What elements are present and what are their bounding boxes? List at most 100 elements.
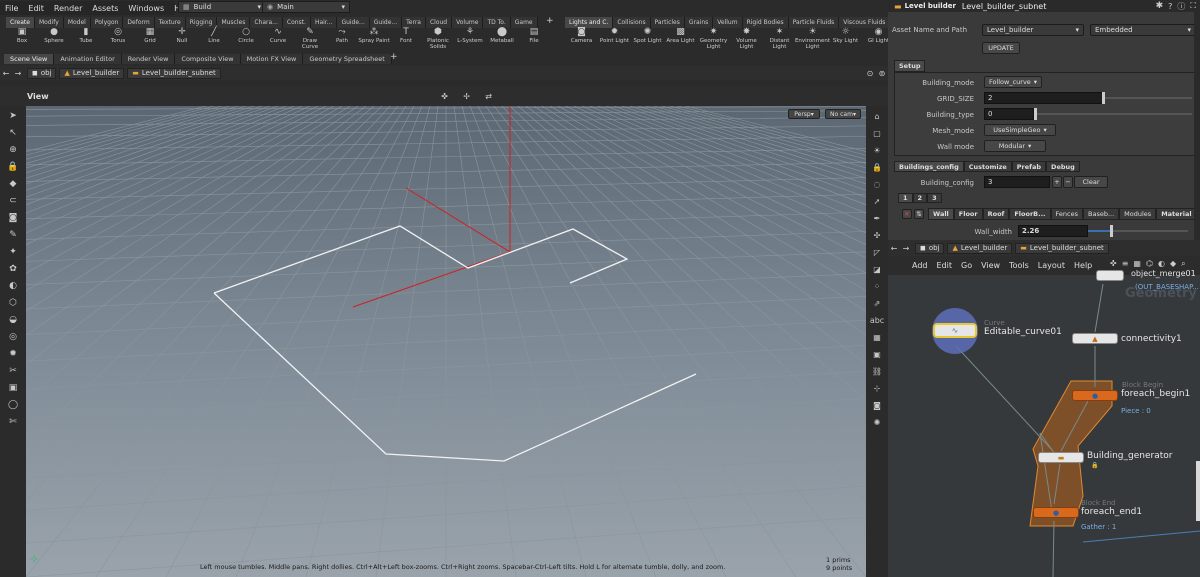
multiparm-tab-0[interactable]: 1: [898, 193, 913, 203]
paint-icon[interactable]: ✿: [6, 262, 20, 276]
view-icon[interactable]: ⊕: [6, 143, 20, 157]
net-crumb-level1[interactable]: ▲ Level_builder: [947, 242, 1013, 254]
crumb-level2[interactable]: ▬ Level_builder_subnet: [127, 67, 221, 79]
magnet-icon[interactable]: ⊂: [6, 194, 20, 208]
camera-icon[interactable]: ◙: [870, 398, 884, 412]
asset-dropdown[interactable]: Level_builder ▾: [982, 24, 1084, 36]
shelf-tool-font[interactable]: T Font: [390, 28, 422, 52]
shelf-tool-geo-light[interactable]: ✷ Geometry Light: [697, 28, 730, 52]
embedded-dropdown[interactable]: Embedded ▾: [1090, 24, 1196, 36]
flip-icon[interactable]: ⇄: [483, 90, 495, 102]
pointer-icon[interactable]: ➚: [870, 194, 884, 208]
shelf-tool-spot-light[interactable]: ✺ Spot Light: [631, 28, 664, 52]
building-config-field[interactable]: 3: [984, 176, 1050, 188]
node-foreach-begin[interactable]: ●: [1072, 390, 1118, 401]
back-arrow-icon[interactable]: ←: [0, 67, 12, 79]
help-icon[interactable]: ?: [1168, 2, 1172, 11]
sculpt-icon[interactable]: ◒: [6, 313, 20, 327]
light-icon[interactable]: ✺: [870, 415, 884, 429]
render-icon[interactable]: ◐: [6, 279, 20, 293]
tab-config-0[interactable]: Buildings_config: [894, 161, 964, 172]
shelf-tool-area-light[interactable]: ▩ Area Light: [664, 28, 697, 52]
tab-config-1[interactable]: Customize: [963, 161, 1012, 172]
menu-windows[interactable]: Windows: [123, 4, 169, 13]
tab-shelf_tabs_right-4[interactable]: Vellum: [713, 17, 743, 28]
brush-icon[interactable]: ✎: [6, 228, 20, 242]
shelf-tool-line[interactable]: ╱ Line: [198, 28, 230, 52]
link-icon[interactable]: ⛓: [870, 364, 884, 378]
node-connectivity[interactable]: ▲: [1072, 333, 1118, 344]
shelf-tool-draw-curve[interactable]: ✎ Draw Curve: [294, 28, 326, 52]
tab-pane_tabs-5[interactable]: Geometry Spreadsheet: [303, 54, 392, 64]
grid-size-slider[interactable]: [1104, 97, 1192, 99]
frame-icon[interactable]: ▢: [870, 126, 884, 140]
shelf-tool-tube[interactable]: ▮ Tube: [70, 28, 102, 52]
shelf-tool-spray[interactable]: ⁂ Spray Paint: [358, 28, 390, 52]
menu-file[interactable]: File: [0, 4, 23, 13]
tab-pane_tabs-0[interactable]: Scene View: [4, 54, 55, 64]
grid-icon[interactable]: ▦: [870, 330, 884, 344]
layer-tab-4[interactable]: Fences: [1050, 208, 1083, 220]
crumb-level1[interactable]: ▲ Level_builder: [59, 67, 125, 79]
link-icon[interactable]: ⊚: [876, 67, 888, 79]
shelf-tool-file[interactable]: ▤ File: [518, 28, 550, 52]
node-name[interactable]: Level_builder_subnet: [962, 2, 1046, 11]
tab-shelf_tabs_right-0[interactable]: Lights and C.: [565, 17, 614, 28]
tab-pane_tabs-4[interactable]: Motion FX View: [240, 54, 304, 64]
layer-tab-1[interactable]: Floor: [953, 208, 983, 220]
net-crumb-level2[interactable]: ▬ Level_builder_subnet: [1015, 242, 1109, 254]
select-icon[interactable]: ➤: [6, 109, 20, 123]
wall-mode-dropdown[interactable]: Modular ▾: [984, 140, 1046, 152]
text-icon[interactable]: abc: [870, 313, 884, 327]
building-mode-dropdown[interactable]: Follow_curve ▾: [984, 76, 1042, 88]
knife-icon[interactable]: ✂: [6, 364, 20, 378]
shelf-tool-camera[interactable]: ◙ Camera: [565, 28, 598, 52]
crumb-obj[interactable]: ◼ obj: [27, 67, 57, 79]
update-button[interactable]: UPDATE: [982, 42, 1020, 54]
grid-size-field[interactable]: 2: [984, 92, 1104, 104]
viewport-3d[interactable]: Persp ▾ No cam ▾ Left mouse tumbles. Mid…: [26, 106, 866, 577]
tab-config-2[interactable]: Prefab: [1011, 161, 1047, 172]
ghost-icon[interactable]: ◌: [870, 177, 884, 191]
shelf-tool-circle[interactable]: ○ Circle: [230, 28, 262, 52]
building-type-slider-handle[interactable]: [1034, 108, 1037, 120]
network-view[interactable]: Add Edit Go View Tools Layout Help ✜ ≡ ▦ ⌬ ◐ ◆ ⌕ Geo…: [888, 256, 1200, 577]
camera-icon[interactable]: ◙: [6, 211, 20, 225]
gear-icon[interactable]: ✱: [1156, 1, 1164, 11]
grid-size-slider-handle[interactable]: [1102, 92, 1105, 104]
node-building-generator[interactable]: ▬: [1038, 452, 1084, 463]
menu-edit[interactable]: Edit: [23, 4, 49, 13]
shelf-tool-curve[interactable]: ∿ Curve: [262, 28, 294, 52]
tab-pane_tabs-3[interactable]: Composite View: [175, 54, 241, 64]
expand-icon[interactable]: ⛶: [1190, 1, 1196, 11]
node-editable-curve[interactable]: ∿: [933, 323, 977, 338]
shelf-tool-env-light[interactable]: ☀ Environment Light: [795, 28, 830, 52]
shelf-tool-cube[interactable]: ▣ Box: [6, 28, 38, 52]
wall-width-slider-handle[interactable]: [1109, 225, 1113, 237]
node-object-merge[interactable]: [1096, 270, 1124, 281]
node-foreach-end[interactable]: ●: [1033, 507, 1079, 518]
building-type-field[interactable]: 0: [984, 108, 1034, 120]
mesh-mode-dropdown[interactable]: UseSimpleGeo ▾: [984, 124, 1056, 136]
geo-icon[interactable]: ⬡: [6, 296, 20, 310]
cam-icon[interactable]: ◎: [6, 330, 20, 344]
shelf-tool-path[interactable]: ⤳ Path: [326, 28, 358, 52]
shelf-tool-grid[interactable]: ▦ Grid: [134, 28, 166, 52]
layer-tab-3[interactable]: FloorB...: [1009, 208, 1051, 220]
light-icon[interactable]: ✹: [6, 347, 20, 361]
pane-add-icon[interactable]: +: [390, 52, 398, 62]
shelf-tool-null[interactable]: ✛ Null: [166, 28, 198, 52]
tab-shelf_tabs_right-3[interactable]: Grains: [684, 17, 714, 28]
tab-config-3[interactable]: Debug: [1046, 161, 1080, 172]
layer-tab-6[interactable]: Modules: [1119, 208, 1157, 220]
move-entry-button[interactable]: ⇅: [914, 209, 924, 219]
shelf-tool-sphere[interactable]: ● Sphere: [38, 28, 70, 52]
wrench-icon[interactable]: ✜: [439, 90, 451, 102]
wire-icon[interactable]: ◸: [870, 245, 884, 259]
shade-icon[interactable]: ◪: [870, 262, 884, 276]
points-icon[interactable]: ⁘: [870, 279, 884, 293]
back-arrow-icon[interactable]: ←: [888, 242, 900, 254]
clear-button[interactable]: Clear: [1074, 176, 1108, 188]
persp-dropdown[interactable]: Persp ▾: [788, 109, 820, 119]
desktop-dropdown[interactable]: ▦ Build ▾: [178, 1, 266, 13]
